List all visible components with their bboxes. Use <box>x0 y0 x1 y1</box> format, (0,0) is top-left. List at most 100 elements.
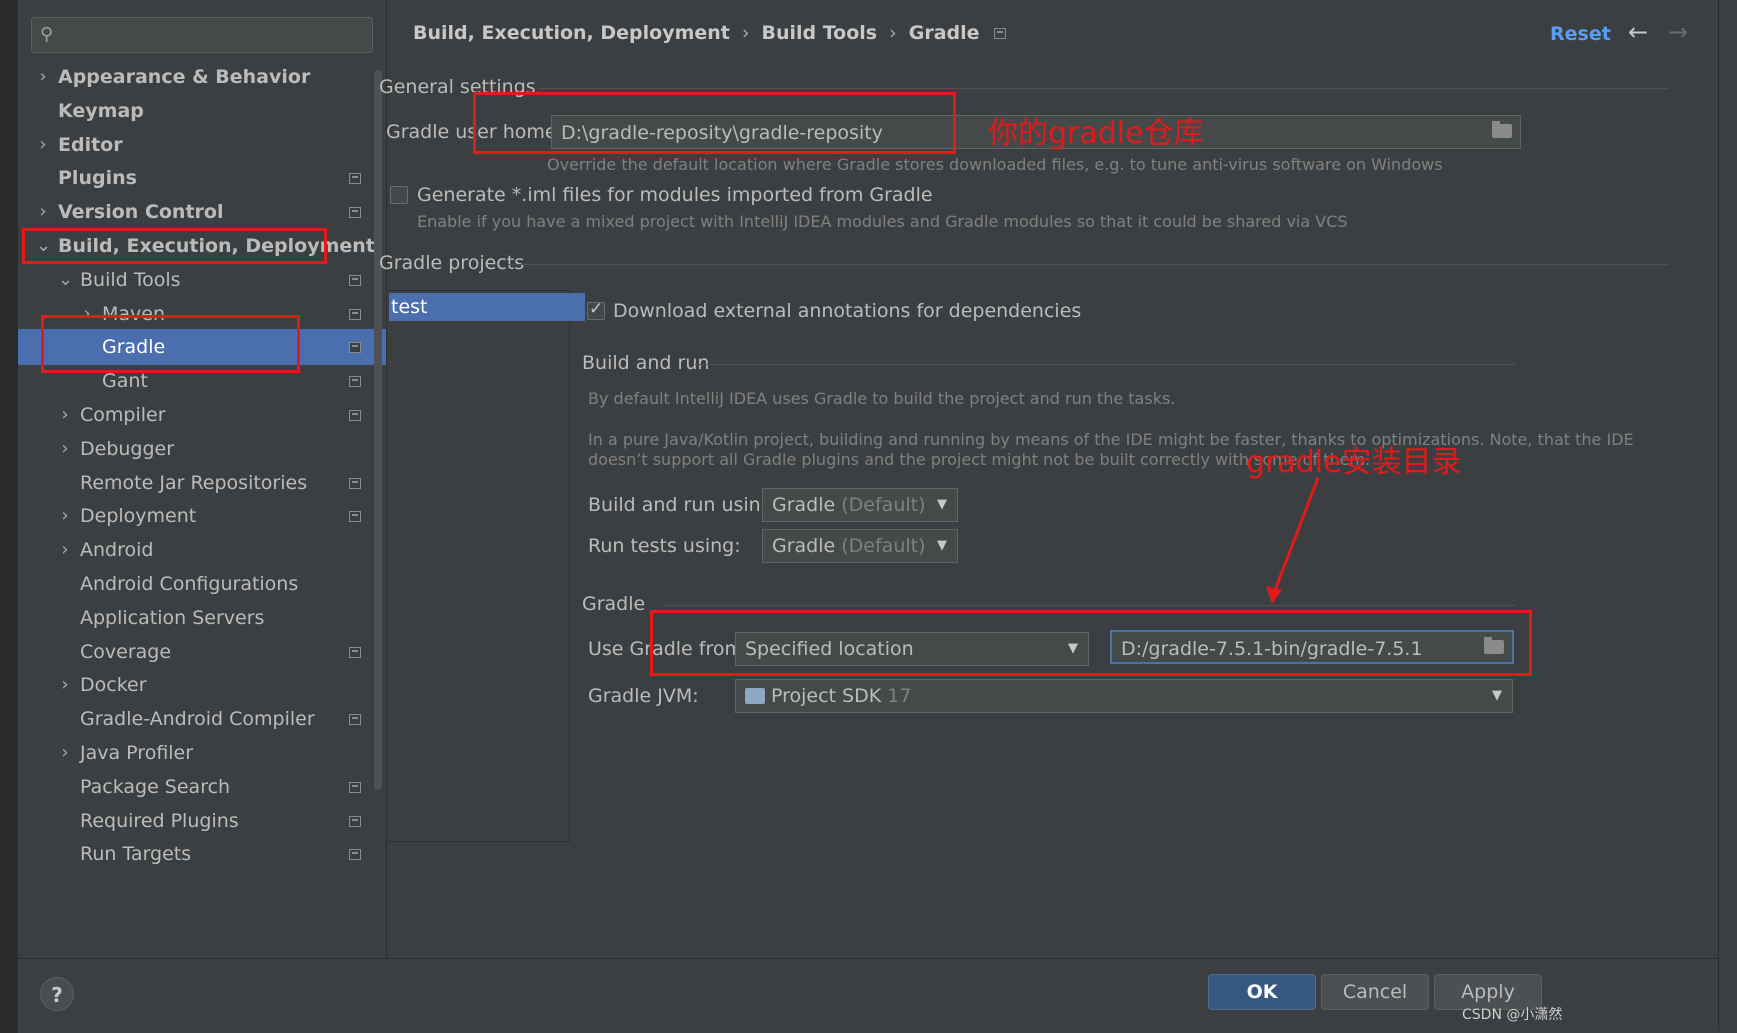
chevron-right-icon[interactable]: › <box>36 127 50 163</box>
run-tests-using-select[interactable]: Gradle (Default) ▼ <box>762 529 958 563</box>
breadcrumb: Build, Execution, Deployment › Build Tools… <box>413 22 1006 44</box>
gradle-jvm-value: Project SDK <box>771 685 882 707</box>
generate-iml-checkbox[interactable] <box>390 186 408 204</box>
sidebar-item-keymap[interactable]: Keymap <box>18 93 386 129</box>
window-left-edge <box>0 0 18 1033</box>
build-run-using-default: (Default) <box>841 494 926 516</box>
project-scope-icon <box>349 815 361 827</box>
chevron-right-icon[interactable]: › <box>58 735 72 771</box>
project-scope-icon <box>349 849 361 861</box>
generate-iml-label: Generate *.iml files for modules importe… <box>417 184 933 206</box>
download-annotations-checkbox[interactable] <box>587 299 605 320</box>
chevron-right-icon[interactable]: › <box>58 431 72 467</box>
sidebar-item-label: Appearance & Behavior <box>58 66 311 88</box>
project-scope-icon <box>349 308 361 320</box>
sidebar-scrollbar[interactable] <box>374 70 382 790</box>
sidebar-item-label: Application Servers <box>80 606 265 629</box>
ok-button[interactable]: OK <box>1208 974 1316 1010</box>
chevron-right-icon[interactable]: › <box>36 59 50 95</box>
sidebar-item-label: Build Tools <box>80 268 181 291</box>
annotation-box-build-execution <box>22 228 327 264</box>
section-divider <box>508 264 1668 265</box>
sidebar-item-required-plugins[interactable]: Required Plugins <box>18 803 386 839</box>
generate-iml-hint: Enable if you have a mixed project with … <box>417 212 1348 231</box>
sidebar-item-plugins[interactable]: Plugins <box>18 160 386 196</box>
browse-folder-icon[interactable] <box>1492 121 1512 138</box>
sidebar-item-application-servers[interactable]: Application Servers <box>18 600 386 636</box>
sidebar-item-package-search[interactable]: Package Search <box>18 769 386 805</box>
sidebar-item-coverage[interactable]: Coverage <box>18 634 386 670</box>
cancel-button[interactable]: Cancel <box>1321 974 1429 1010</box>
section-divider <box>695 364 1515 365</box>
sidebar-item-label: Editor <box>58 133 123 156</box>
reset-link[interactable]: Reset <box>1550 23 1611 45</box>
gradle-jvm-label: Gradle JVM: <box>588 685 699 707</box>
gradle-jvm-select[interactable]: Project SDK 17 ▼ <box>735 679 1513 713</box>
folder-sdk-icon <box>745 688 765 704</box>
breadcrumb-separator: › <box>741 22 750 44</box>
project-item-test[interactable]: test <box>389 293 585 321</box>
sidebar-item-label: Docker <box>80 674 147 697</box>
project-scope-icon <box>349 173 361 185</box>
breadcrumb-separator: › <box>889 22 897 44</box>
breadcrumb-item-gradle: Gradle <box>908 22 980 44</box>
sidebar-item-run-targets[interactable]: Run Targets <box>18 836 386 872</box>
sidebar-item-android-configurations[interactable]: Android Configurations <box>18 566 386 602</box>
run-tests-using-value: Gradle <box>772 535 836 557</box>
project-scope-icon <box>349 781 361 793</box>
sidebar-item-label: Keymap <box>58 99 144 122</box>
sidebar-item-editor[interactable]: › Editor <box>18 127 386 163</box>
sidebar-item-label: Java Profiler <box>80 742 194 764</box>
sidebar-item-docker[interactable]: › Docker <box>18 667 386 703</box>
project-scope-icon <box>349 477 361 489</box>
sidebar-item-remote-jar-repositories[interactable]: Remote Jar Repositories <box>18 465 386 501</box>
sidebar-item-label: Version Control <box>58 201 224 224</box>
chevron-right-icon[interactable]: › <box>58 532 72 568</box>
run-tests-using-label: Run tests using: <box>588 535 741 557</box>
sidebar-item-appearance-behavior[interactable]: › Appearance & Behavior <box>18 59 386 95</box>
sidebar-item-compiler[interactable]: › Compiler <box>18 397 386 433</box>
back-arrow-icon[interactable]: ← <box>1628 18 1648 46</box>
watermark: CSDN @小潇然 <box>1462 1007 1563 1023</box>
project-scope-icon <box>993 28 1006 39</box>
annotation-arrow <box>1266 477 1320 604</box>
forward-arrow-icon[interactable]: → <box>1668 18 1688 46</box>
sidebar-item-label: Required Plugins <box>80 809 239 832</box>
download-annotations-label: Download external annotations for depend… <box>613 300 1082 322</box>
chevron-right-icon[interactable]: › <box>58 667 72 703</box>
section-divider <box>538 88 1668 89</box>
annotation-repo-note: 你的gradle仓库 <box>988 116 1204 151</box>
project-scope-icon <box>349 714 361 726</box>
chevron-down-icon[interactable]: ⌄ <box>58 262 73 298</box>
sidebar-item-deployment[interactable]: › Deployment <box>18 498 386 534</box>
sidebar-item-debugger[interactable]: › Debugger <box>18 431 386 467</box>
annotation-box-gradle-location <box>650 610 1532 676</box>
search-field[interactable]: ⚲ <box>31 17 373 53</box>
sidebar-item-label: Debugger <box>80 437 175 460</box>
sidebar-item-label: Run Targets <box>80 843 192 866</box>
chevron-right-icon[interactable]: › <box>58 498 72 534</box>
project-scope-icon <box>349 511 361 523</box>
build-run-info-2: In a pure Java/Kotlin project, building … <box>588 430 1634 449</box>
sidebar-item-version-control[interactable]: › Version Control <box>18 194 386 230</box>
build-run-title: Build and run <box>582 352 710 374</box>
project-scope-icon <box>349 342 361 354</box>
sidebar-item-label: Android Configurations <box>80 573 299 595</box>
run-tests-using-default: (Default) <box>841 535 926 557</box>
chevron-right-icon[interactable]: › <box>36 194 50 230</box>
project-scope-icon <box>349 646 361 658</box>
sidebar-item-java-profiler[interactable]: › Java Profiler <box>18 735 386 771</box>
gradle-jvm-version: 17 <box>887 685 912 707</box>
breadcrumb-item-build[interactable]: Build, Execution, Deployment <box>413 22 730 44</box>
gradle-projects-title: Gradle projects <box>379 252 525 274</box>
chevron-right-icon[interactable]: › <box>58 397 72 433</box>
sidebar-item-android[interactable]: › Android <box>18 532 386 568</box>
breadcrumb-item-build-tools[interactable]: Build Tools <box>762 22 878 44</box>
project-scope-icon <box>349 410 361 421</box>
help-button[interactable]: ? <box>40 977 74 1011</box>
project-scope-icon <box>349 274 361 286</box>
sidebar-item-gradle-android-compiler[interactable]: Gradle-Android Compiler <box>18 701 386 737</box>
build-run-using-select[interactable]: Gradle (Default) ▼ <box>762 488 958 522</box>
project-scope-icon <box>349 207 361 219</box>
sidebar-item-build-tools[interactable]: ⌄ Build Tools <box>18 262 386 298</box>
